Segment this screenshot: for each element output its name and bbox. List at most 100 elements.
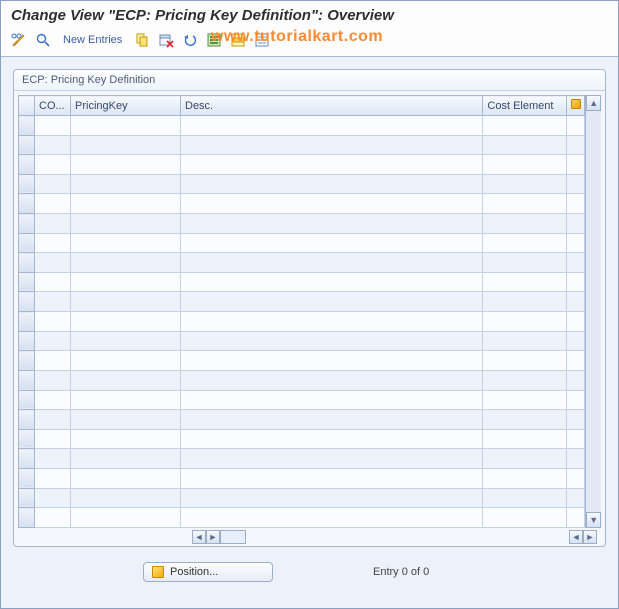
cell-co[interactable] [35, 351, 71, 371]
vertical-scrollbar[interactable]: ▲ ▼ [585, 95, 601, 528]
row-selector[interactable] [19, 331, 35, 351]
scroll-up-button[interactable]: ▲ [586, 95, 601, 111]
cell-desc[interactable] [181, 410, 483, 430]
cell-co[interactable] [35, 292, 71, 312]
cell-desc[interactable] [181, 488, 483, 508]
cell-cost-element[interactable] [483, 429, 567, 449]
cell-pricing-key[interactable] [71, 292, 181, 312]
cell-cost-element[interactable] [483, 253, 567, 273]
cell-pricing-key[interactable] [71, 429, 181, 449]
cell-co[interactable] [35, 410, 71, 430]
cell-pricing-key[interactable] [71, 410, 181, 430]
row-selector[interactable] [19, 253, 35, 273]
cell-co[interactable] [35, 429, 71, 449]
cell-desc[interactable] [181, 174, 483, 194]
cell-co[interactable] [35, 253, 71, 273]
cell-cost-element[interactable] [483, 174, 567, 194]
cell-desc[interactable] [181, 292, 483, 312]
row-selector[interactable] [19, 233, 35, 253]
row-selector[interactable] [19, 272, 35, 292]
cell-desc[interactable] [181, 214, 483, 234]
cell-co[interactable] [35, 370, 71, 390]
cell-cost-element[interactable] [483, 155, 567, 175]
row-selector[interactable] [19, 468, 35, 488]
cell-pricing-key[interactable] [71, 449, 181, 469]
cell-co[interactable] [35, 155, 71, 175]
cell-cost-element[interactable] [483, 508, 567, 528]
cell-desc[interactable] [181, 370, 483, 390]
row-selector[interactable] [19, 194, 35, 214]
row-selector[interactable] [19, 135, 35, 155]
row-selector[interactable] [19, 174, 35, 194]
cell-pricing-key[interactable] [71, 331, 181, 351]
change-display-toggle-button[interactable] [9, 30, 29, 50]
col-header-desc[interactable]: Desc. [181, 96, 483, 116]
cell-cost-element[interactable] [483, 468, 567, 488]
scroll-right-button-2[interactable]: ► [583, 530, 597, 544]
row-selector[interactable] [19, 410, 35, 430]
cell-desc[interactable] [181, 351, 483, 371]
cell-co[interactable] [35, 449, 71, 469]
cell-desc[interactable] [181, 468, 483, 488]
scroll-left-button[interactable]: ◄ [192, 530, 206, 544]
row-selector[interactable] [19, 116, 35, 136]
select-block-button[interactable] [228, 30, 248, 50]
cell-co[interactable] [35, 233, 71, 253]
cell-co[interactable] [35, 468, 71, 488]
row-selector[interactable] [19, 488, 35, 508]
delete-button[interactable] [156, 30, 176, 50]
deselect-all-button[interactable] [252, 30, 272, 50]
cell-pricing-key[interactable] [71, 272, 181, 292]
copy-as-button[interactable] [132, 30, 152, 50]
cell-cost-element[interactable] [483, 214, 567, 234]
cell-cost-element[interactable] [483, 233, 567, 253]
cell-co[interactable] [35, 214, 71, 234]
cell-co[interactable] [35, 116, 71, 136]
position-button[interactable]: Position... [143, 562, 273, 582]
row-selector[interactable] [19, 429, 35, 449]
cell-pricing-key[interactable] [71, 488, 181, 508]
cell-pricing-key[interactable] [71, 508, 181, 528]
cell-desc[interactable] [181, 135, 483, 155]
cell-co[interactable] [35, 174, 71, 194]
row-selector[interactable] [19, 370, 35, 390]
cell-pricing-key[interactable] [71, 155, 181, 175]
row-selector[interactable] [19, 312, 35, 332]
cell-cost-element[interactable] [483, 331, 567, 351]
row-selector[interactable] [19, 155, 35, 175]
cell-pricing-key[interactable] [71, 214, 181, 234]
col-header-cost-element[interactable]: Cost Element [483, 96, 567, 116]
cell-co[interactable] [35, 488, 71, 508]
cell-pricing-key[interactable] [71, 135, 181, 155]
row-selector[interactable] [19, 390, 35, 410]
select-all-button[interactable] [204, 30, 224, 50]
row-selector-header[interactable] [19, 96, 35, 116]
cell-pricing-key[interactable] [71, 174, 181, 194]
cell-cost-element[interactable] [483, 292, 567, 312]
cell-cost-element[interactable] [483, 390, 567, 410]
col-header-pricing-key[interactable]: PricingKey [71, 96, 181, 116]
cell-desc[interactable] [181, 449, 483, 469]
cell-co[interactable] [35, 331, 71, 351]
new-entries-button[interactable]: New Entries [57, 30, 128, 50]
cell-pricing-key[interactable] [71, 233, 181, 253]
cell-desc[interactable] [181, 429, 483, 449]
cell-desc[interactable] [181, 272, 483, 292]
col-header-co[interactable]: CO... [35, 96, 71, 116]
cell-co[interactable] [35, 508, 71, 528]
cell-desc[interactable] [181, 194, 483, 214]
select-detail-button[interactable] [33, 30, 53, 50]
cell-pricing-key[interactable] [71, 194, 181, 214]
cell-desc[interactable] [181, 390, 483, 410]
row-selector[interactable] [19, 214, 35, 234]
row-selector[interactable] [19, 508, 35, 528]
scroll-track-left[interactable] [220, 530, 246, 544]
row-selector[interactable] [19, 449, 35, 469]
cell-desc[interactable] [181, 233, 483, 253]
cell-pricing-key[interactable] [71, 312, 181, 332]
cell-desc[interactable] [181, 312, 483, 332]
cell-pricing-key[interactable] [71, 351, 181, 371]
cell-cost-element[interactable] [483, 370, 567, 390]
undo-button[interactable] [180, 30, 200, 50]
cell-pricing-key[interactable] [71, 370, 181, 390]
